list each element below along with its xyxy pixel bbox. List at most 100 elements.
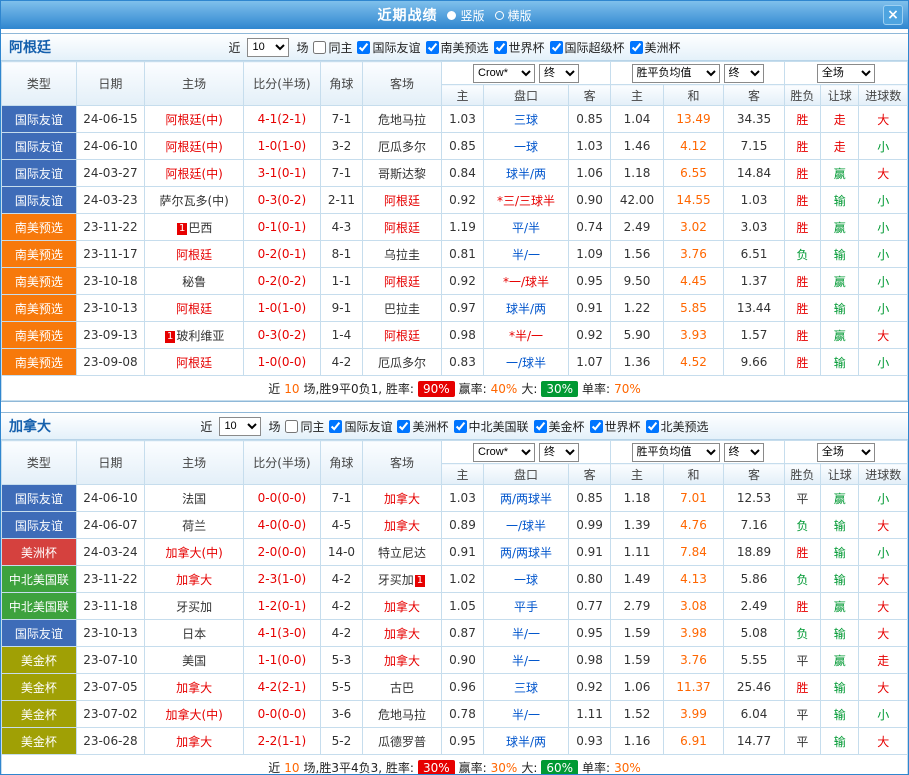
match-type-cell: 美金杯 xyxy=(2,701,77,728)
score-cell: 3-1(0-1) xyxy=(244,160,321,187)
ah-home-odds-cell: 0.92 xyxy=(441,268,483,295)
team-name: 加拿大 xyxy=(384,519,420,533)
away-win-odds-cell: 6.51 xyxy=(724,241,785,268)
competition-checkbox[interactable]: 美金杯 xyxy=(534,418,585,435)
column-header: 主场 xyxy=(145,62,244,106)
recent-label: 近 xyxy=(228,39,240,56)
competition-checkbox[interactable]: 国际友谊 xyxy=(357,39,420,56)
same-home-checkbox[interactable]: 同主 xyxy=(313,39,352,56)
away-win-odds-cell: 7.15 xyxy=(724,133,785,160)
ah-away-odds-cell: 0.99 xyxy=(568,512,610,539)
competition-checkbox[interactable]: 国际超级杯 xyxy=(550,39,625,56)
handicap-result-cell: 赢 xyxy=(821,593,859,620)
draw-odds-cell: 4.13 xyxy=(663,566,724,593)
corners-cell: 9-1 xyxy=(320,295,362,322)
home-team-cell: 阿根廷 xyxy=(145,295,244,322)
home-win-odds-cell: 2.79 xyxy=(611,593,663,620)
home-team-cell: 秘鲁 xyxy=(145,268,244,295)
result-cell: 胜 xyxy=(784,593,820,620)
team-name: 加拿大 xyxy=(176,573,212,587)
corners-cell: 5-2 xyxy=(320,728,362,755)
recent-count-select[interactable]: 10 xyxy=(219,417,261,436)
final-odds-select[interactable]: 终 xyxy=(539,443,579,462)
matches-table: 类型日期主场比分(半场)角球客场 Crow*终 胜平负均值终 全场 主盘口客主和… xyxy=(1,440,908,775)
result-cell: 平 xyxy=(784,701,820,728)
match-scope-select[interactable]: 全场 xyxy=(817,64,875,83)
column-header: 类型 xyxy=(2,441,77,485)
match-type-cell: 南美预选 xyxy=(2,214,77,241)
date-cell: 24-03-24 xyxy=(76,539,145,566)
result-cell: 胜 xyxy=(784,539,820,566)
handicap-cell: 平/半 xyxy=(484,214,569,241)
match-type-cell: 国际友谊 xyxy=(2,187,77,214)
goals-result-cell: 小 xyxy=(859,295,908,322)
home-team-cell: 荷兰 xyxy=(145,512,244,539)
bookmaker-select[interactable]: Crow* xyxy=(473,443,535,462)
handicap-cell: 平手 xyxy=(484,593,569,620)
match-row: 南美预选 23-09-13 1玻利维亚 0-3(0-2) 1-4 阿根廷 0.9… xyxy=(2,322,908,349)
home-team-cell: 阿根廷(中) xyxy=(145,106,244,133)
same-home-checkbox[interactable]: 同主 xyxy=(285,418,324,435)
ah-away-odds-cell: 0.74 xyxy=(568,214,610,241)
bookmaker-select[interactable]: Crow* xyxy=(473,64,535,83)
red-card-badge: 1 xyxy=(177,223,187,235)
layout-horizontal-radio[interactable]: 横版 xyxy=(495,7,532,24)
column-header: 主 xyxy=(441,464,483,485)
handicap-cell: 三球 xyxy=(484,106,569,133)
competition-checkbox[interactable]: 世界杯 xyxy=(494,39,545,56)
competition-checkbox[interactable]: 国际友谊 xyxy=(329,418,392,435)
goals-result-cell: 大 xyxy=(859,566,908,593)
away-win-odds-cell: 14.77 xyxy=(724,728,785,755)
column-header: 角球 xyxy=(320,441,362,485)
team-name: 加拿大 xyxy=(384,627,420,641)
column-header: 让球 xyxy=(821,85,859,106)
match-scope-select[interactable]: 全场 xyxy=(817,443,875,462)
competition-checkbox[interactable]: 美洲杯 xyxy=(630,39,681,56)
team-name: 阿根廷 xyxy=(176,302,212,316)
sections-container: 阿根廷 近 10 场 同主 国际友谊南美预选世界杯国际超级杯美洲杯 类型日期主场… xyxy=(1,33,908,775)
ah-home-odds-cell: 0.91 xyxy=(441,539,483,566)
away-team-cell: 厄瓜多尔 xyxy=(363,133,442,160)
score-cell: 0-2(0-1) xyxy=(244,241,321,268)
goals-result-cell: 小 xyxy=(859,349,908,376)
score-cell: 1-1(0-0) xyxy=(244,647,321,674)
competition-checkbox[interactable]: 世界杯 xyxy=(590,418,641,435)
handicap-result-cell: 输 xyxy=(821,512,859,539)
result-cell: 胜 xyxy=(784,322,820,349)
odds-average-select[interactable]: 胜平负均值 xyxy=(632,64,720,83)
layout-vertical-radio[interactable]: 竖版 xyxy=(447,7,484,24)
away-win-odds-cell: 12.53 xyxy=(724,485,785,512)
summary-prefix: 近 xyxy=(268,382,280,396)
team-name: 巴拉圭 xyxy=(384,302,420,316)
team-name: 玻利维亚 xyxy=(176,329,224,343)
final-odds-select[interactable]: 终 xyxy=(539,64,579,83)
competition-checkbox[interactable]: 南美预选 xyxy=(426,39,489,56)
recent-count-select[interactable]: 10 xyxy=(247,38,289,57)
ah-away-odds-cell: 0.95 xyxy=(568,268,610,295)
odds-average-select[interactable]: 胜平负均值 xyxy=(632,443,720,462)
team-title: 阿根廷 xyxy=(9,37,51,57)
final-odds-select[interactable]: 终 xyxy=(724,64,764,83)
competition-checkbox[interactable]: 美洲杯 xyxy=(397,418,448,435)
handicap-result-cell: 输 xyxy=(821,701,859,728)
team-name: 阿根廷(中) xyxy=(165,140,222,154)
match-type-cell: 南美预选 xyxy=(2,268,77,295)
competition-checkbox[interactable]: 中北美国联 xyxy=(454,418,529,435)
score-cell: 1-0(1-0) xyxy=(244,295,321,322)
column-header: 客场 xyxy=(363,62,442,106)
ah-away-odds-cell: 0.77 xyxy=(568,593,610,620)
close-button[interactable]: × xyxy=(883,5,903,25)
home-win-odds-cell: 1.16 xyxy=(611,728,663,755)
home-win-odds-cell: 1.39 xyxy=(611,512,663,539)
home-win-odds-cell: 1.49 xyxy=(611,566,663,593)
competition-checkbox[interactable]: 北美预选 xyxy=(646,418,709,435)
score-cell: 0-2(0-2) xyxy=(244,268,321,295)
ah-away-odds-cell: 0.80 xyxy=(568,566,610,593)
score-cell: 4-1(2-1) xyxy=(244,106,321,133)
final-odds-select[interactable]: 终 xyxy=(724,443,764,462)
goals-result-cell: 小 xyxy=(859,701,908,728)
ah-away-odds-cell: 0.93 xyxy=(568,728,610,755)
date-cell: 24-06-10 xyxy=(76,133,145,160)
match-type-cell: 南美预选 xyxy=(2,322,77,349)
ah-home-odds-cell: 0.78 xyxy=(441,701,483,728)
